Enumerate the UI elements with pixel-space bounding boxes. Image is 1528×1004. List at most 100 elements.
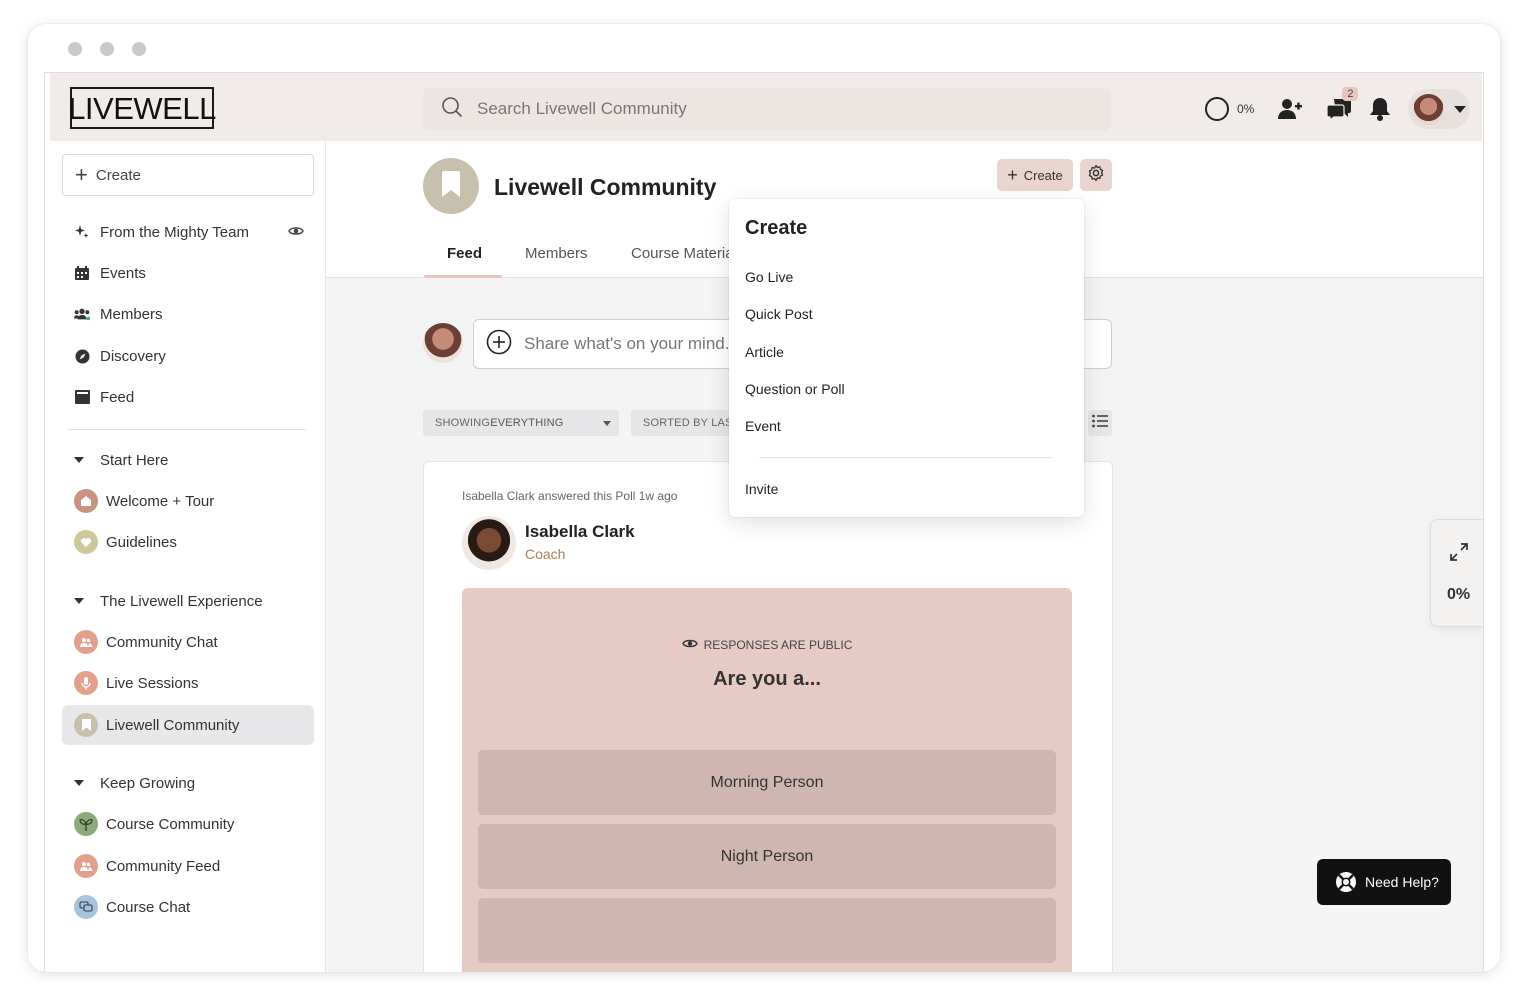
filter-sorted-select[interactable]: SORTED BY LAST [631,410,741,436]
bell-icon[interactable] [1366,95,1394,123]
menu-item-invite[interactable]: Invite [745,481,778,497]
search-bar[interactable] [423,88,1111,130]
sidebar-item-label: Members [100,305,163,323]
sidebar-item-guidelines[interactable]: Guidelines [62,522,314,562]
poll-question: Are you a... [713,668,821,690]
feed-icon [74,389,90,405]
poll: RESPONSES ARE PUBLIC Are you a... Mornin… [462,588,1072,972]
group-avatar [423,158,479,214]
main-content: Livewell Community + Create Feed Members… [326,141,1483,972]
avatar[interactable] [462,516,516,570]
eye-icon[interactable] [288,224,304,241]
sidebar-item-welcome-tour[interactable]: Welcome + Tour [62,481,314,521]
tab-members[interactable]: Members [525,245,588,262]
sidebar-item-discovery[interactable]: Discovery [62,336,314,376]
author-name[interactable]: Isabella Clark [525,522,635,542]
post-meta: Isabella Clark answered this Poll 1w ago [462,489,678,503]
create-dropdown-menu: Create Go Live Quick Post Article Questi… [729,199,1084,517]
menu-item-article[interactable]: Article [745,344,784,360]
create-button-label: Create [1023,167,1063,183]
section-header-keep-growing[interactable]: Keep Growing [62,763,314,803]
home-icon [74,489,98,513]
sidebar-item-label: Discovery [100,347,166,365]
chevron-down-icon [1454,105,1467,113]
caret-down-icon [74,598,84,604]
sidebar-item-community-feed[interactable]: Community Feed [62,846,314,886]
dropdown-title: Create [745,217,808,239]
expand-icon[interactable] [1449,542,1469,567]
group-icon [74,854,98,878]
need-help-button[interactable]: Need Help? [1317,859,1451,905]
calendar-icon [74,265,90,281]
top-header: LIVEWELL 0% 2 [50,73,1482,141]
plus-icon: + [75,162,88,187]
sidebar-item-label: Community Feed [106,857,221,875]
sidebar-create-button[interactable]: + Create [62,154,314,196]
livewell-logo[interactable]: LIVEWELL [68,87,216,129]
messages-icon[interactable]: 2 [1326,87,1359,123]
progress-ring-icon[interactable] [1205,97,1229,121]
browser-window: LIVEWELL 0% 2 [28,24,1500,972]
sidebar-item-label: Welcome + Tour [106,492,215,510]
composer-placeholder: Share what's on your mind... [524,334,739,353]
caret-down-icon [74,457,84,463]
active-tab-indicator [424,275,502,278]
list-view-button[interactable] [1088,410,1112,436]
poll-option[interactable]: Morning Person [478,750,1056,815]
settings-button[interactable] [1080,159,1112,191]
add-circle-icon [486,329,512,360]
sidebar-divider [68,429,306,430]
sidebar-item-label: Course Chat [106,898,191,916]
need-help-label: Need Help? [1365,874,1439,890]
eye-icon [681,638,698,652]
search-input[interactable] [477,99,1037,119]
sprout-icon [74,812,98,836]
add-user-icon[interactable] [1276,95,1304,123]
menu-item-quick-post[interactable]: Quick Post [745,306,813,322]
poll-note-text: RESPONSES ARE PUBLIC [703,638,853,652]
menu-divider [759,457,1053,458]
user-menu[interactable] [1408,89,1471,129]
filter-showing-prefix: SHOWING [435,417,491,429]
menu-item-event[interactable]: Event [745,418,781,434]
sidebar-item-livewell-community[interactable]: Livewell Community [62,705,314,745]
poll-visibility-note: RESPONSES ARE PUBLIC [462,638,1072,652]
section-title: The Livewell Experience [100,592,263,610]
sidebar-item-course-community[interactable]: Course Community [62,804,314,844]
section-title: Keep Growing [100,774,196,792]
plus-icon: + [1007,165,1018,185]
window-controls [68,42,146,56]
poll-post-card: Isabella Clark answered this Poll 1w ago… [423,461,1113,972]
sidebar-item-events[interactable]: Events [62,253,314,293]
group-icon [74,630,98,654]
avatar [423,323,463,363]
members-icon [74,306,90,322]
sidebar-item-live-sessions[interactable]: Live Sessions [62,663,314,703]
section-title: Start Here [100,451,169,469]
section-header-livewell-experience[interactable]: The Livewell Experience [62,581,314,621]
sidebar-item-community-chat[interactable]: Community Chat [62,622,314,662]
sidebar-item-course-chat[interactable]: Course Chat [62,887,314,927]
window-dot-close[interactable] [68,42,82,56]
filter-showing-select[interactable]: SHOWING EVERYTHING [423,410,619,436]
sidebar-item-label: Community Chat [106,633,218,651]
poll-option[interactable] [478,898,1056,963]
window-dot-maximize[interactable] [132,42,146,56]
sidebar-item-members[interactable]: Members [62,294,314,334]
menu-item-question-or-poll[interactable]: Question or Poll [745,381,845,397]
filter-showing-value: EVERYTHING [490,417,564,429]
create-button[interactable]: + Create [997,159,1073,191]
avatar [1413,93,1445,125]
tab-feed[interactable]: Feed [447,245,482,262]
tab-course-materials[interactable]: Course Materia [631,245,734,262]
sidebar-item-feed[interactable]: Feed [62,377,314,417]
window-dot-minimize[interactable] [100,42,114,56]
list-icon [1092,414,1108,433]
sidebar-item-label: Course Community [106,815,235,833]
section-header-start-here[interactable]: Start Here [62,440,314,480]
chat-bubbles-icon [74,895,98,919]
menu-item-go-live[interactable]: Go Live [745,269,793,285]
sidebar-item-from-the-mighty-team[interactable]: From the Mighty Team [62,212,314,252]
poll-option[interactable]: Night Person [478,824,1056,889]
progress-side-widget[interactable]: 0% [1430,519,1483,627]
